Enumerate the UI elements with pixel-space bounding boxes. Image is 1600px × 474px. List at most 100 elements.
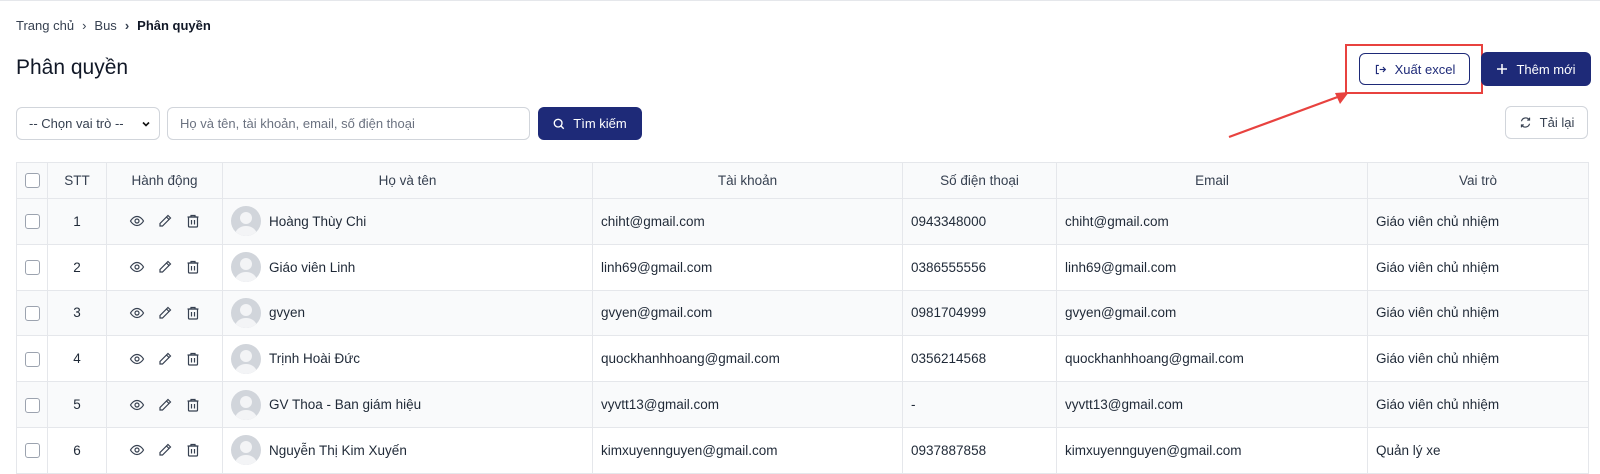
row-phone: 0943348000 [902,198,1057,245]
eye-icon[interactable] [129,351,145,367]
pencil-icon[interactable] [157,213,173,229]
export-excel-button[interactable]: Xuất excel [1359,53,1470,85]
eye-icon[interactable] [129,397,145,413]
reload-icon [1520,117,1530,128]
row-actions [106,198,223,245]
row-email: gvyen@gmail.com [1056,289,1368,337]
row-phone: 0356214568 [902,335,1057,383]
row-checkbox[interactable] [24,443,40,459]
avatar-placeholder-icon [231,297,261,328]
header-phone: Số điện thoại [902,162,1057,199]
row-name: GV Thoa - Ban giám hiệu [269,397,422,413]
row-role: Quản lý xe [1367,426,1589,474]
row-stt: 4 [47,335,107,383]
row-phone: 0981704999 [902,289,1057,337]
row-role: Giáo viên chủ nhiệm [1367,381,1589,428]
export-excel-label: Xuất excel [1394,61,1456,77]
eye-icon[interactable] [129,305,145,321]
export-icon [1375,64,1386,74]
avatar-placeholder-icon [231,206,261,237]
row-username: gvyen@gmail.com [592,289,903,337]
row-username: chiht@gmail.com [592,198,903,245]
breadcrumb-bus[interactable]: Bus [94,18,116,33]
breadcrumb: Trang chủ › Bus › Phân quyền [16,18,211,33]
trash-icon[interactable] [185,351,201,367]
row-stt: 3 [47,289,107,337]
row-actions [106,335,223,383]
row-phone: 0386555556 [902,243,1057,291]
avatar-placeholder-icon [231,252,261,283]
breadcrumb-home[interactable]: Trang chủ [16,18,74,33]
row-name: Nguyễn Thị Kim Xuyến [269,442,407,458]
row-email: vyvtt13@gmail.com [1056,381,1368,428]
row-email: chiht@gmail.com [1056,198,1368,245]
table-row: 1 Hoàng Thùy Chi chiht@gmail.com 0943348… [16,198,1589,245]
row-phone: 0937887858 [902,426,1057,474]
row-role: Giáo viên chủ nhiệm [1367,289,1589,337]
chevron-right-icon: › [82,18,87,33]
table-row: 2 Giáo viên Linh linh69@gmail.com 038655… [16,243,1589,291]
trash-icon[interactable] [185,259,201,275]
row-stt: 2 [47,243,107,291]
role-select[interactable]: -- Chọn vai trò -- [16,107,160,140]
trash-icon[interactable] [185,442,201,458]
avatar-placeholder-icon [231,435,261,466]
row-checkbox[interactable] [24,305,40,321]
trash-icon[interactable] [185,213,201,229]
eye-icon[interactable] [129,442,145,458]
row-username: quockhanhhoang@gmail.com [592,335,903,383]
row-email: quockhanhhoang@gmail.com [1056,335,1368,383]
header-email: Email [1056,162,1368,199]
annotation-arrow [1228,92,1349,139]
trash-icon[interactable] [185,397,201,413]
add-new-label: Thêm mới [1516,61,1576,77]
row-name-cell: Hoàng Thùy Chi [222,198,593,245]
search-input[interactable] [167,107,530,140]
row-name-cell: GV Thoa - Ban giám hiệu [222,381,593,428]
header-stt: STT [47,162,107,199]
pencil-icon[interactable] [157,397,173,413]
permissions-table: STT Hành động Họ và tên Tài khoản Số điệ… [16,162,1589,474]
pencil-icon[interactable] [157,305,173,321]
row-role: Giáo viên chủ nhiệm [1367,198,1589,245]
row-checkbox[interactable] [24,397,40,413]
row-check-cell [16,335,48,383]
search-button[interactable]: Tìm kiếm [538,107,642,140]
page-title: Phân quyền [16,56,129,79]
row-actions [106,289,223,337]
add-new-button[interactable]: Thêm mới [1481,52,1591,86]
pencil-icon[interactable] [157,442,173,458]
row-check-cell [16,426,48,474]
eye-icon[interactable] [129,259,145,275]
pencil-icon[interactable] [157,259,173,275]
row-name: gvyen [269,305,306,321]
chevron-down-icon [142,121,150,127]
row-email: kimxuyennguyen@gmail.com [1056,426,1368,474]
header-actions: Hành động [106,162,223,199]
header-role: Vai trò [1367,162,1589,199]
row-name-cell: Nguyễn Thị Kim Xuyến [222,426,593,474]
row-actions [106,243,223,291]
select-all-cell [16,162,48,199]
row-checkbox[interactable] [24,260,40,276]
chevron-right-icon: › [124,18,130,33]
row-name: Trịnh Hoài Đức [269,351,361,367]
row-checkbox[interactable] [24,351,40,367]
row-stt: 5 [47,381,107,428]
header-name: Họ và tên [222,162,593,199]
row-name: Giáo viên Linh [269,259,356,275]
role-select-value: -- Chọn vai trò -- [29,116,124,131]
reload-button[interactable]: Tải lại [1505,106,1588,139]
reload-label: Tải lại [1539,115,1575,130]
avatar-placeholder-icon [231,389,261,420]
row-username: vyvtt13@gmail.com [592,381,903,428]
plus-icon [1497,64,1508,74]
pencil-icon[interactable] [157,351,173,367]
table-header-row: STT Hành động Họ và tên Tài khoản Số điệ… [16,162,1589,199]
select-all-checkbox[interactable] [24,173,40,189]
row-check-cell [16,289,48,337]
row-checkbox[interactable] [24,214,40,230]
trash-icon[interactable] [185,305,201,321]
row-username: linh69@gmail.com [592,243,903,291]
eye-icon[interactable] [129,213,145,229]
